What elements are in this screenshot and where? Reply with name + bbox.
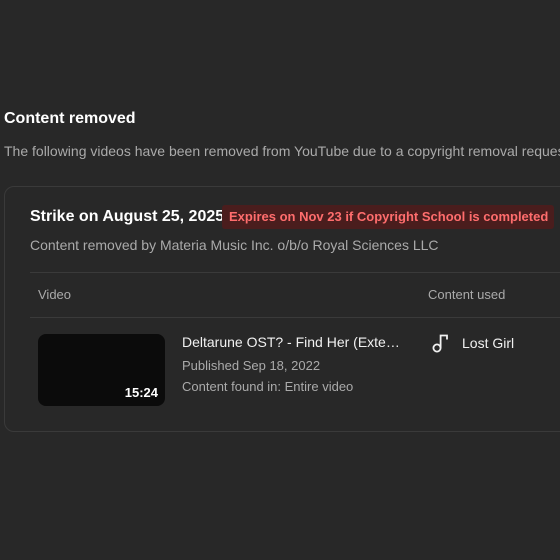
video-thumbnail[interactable]: 15:24 bbox=[38, 334, 165, 406]
video-duration: 15:24 bbox=[124, 385, 158, 400]
content-found-in: Content found in: Entire video bbox=[182, 379, 354, 394]
video-title-link[interactable]: Deltarune OST? - Find Her (Extended) bbox=[182, 334, 404, 350]
table-divider-top bbox=[30, 272, 560, 273]
content-used-title[interactable]: Lost Girl bbox=[462, 335, 514, 351]
music-note-icon bbox=[432, 334, 448, 353]
table-divider-header bbox=[30, 317, 560, 318]
column-header-content-used: Content used bbox=[428, 287, 506, 302]
section-title: Content removed bbox=[4, 110, 136, 127]
strike-title: Strike on August 25, 2025 bbox=[30, 208, 225, 225]
column-header-video: Video bbox=[38, 287, 72, 302]
copyright-page: Content removed The following videos hav… bbox=[0, 0, 560, 560]
video-published-date: Published Sep 18, 2022 bbox=[182, 358, 321, 373]
claimant-text: Content removed by Materia Music Inc. o/… bbox=[30, 237, 439, 253]
section-description: The following videos have been removed f… bbox=[4, 143, 560, 159]
expiry-badge: Expires on Nov 23 if Copyright School is… bbox=[222, 205, 555, 229]
